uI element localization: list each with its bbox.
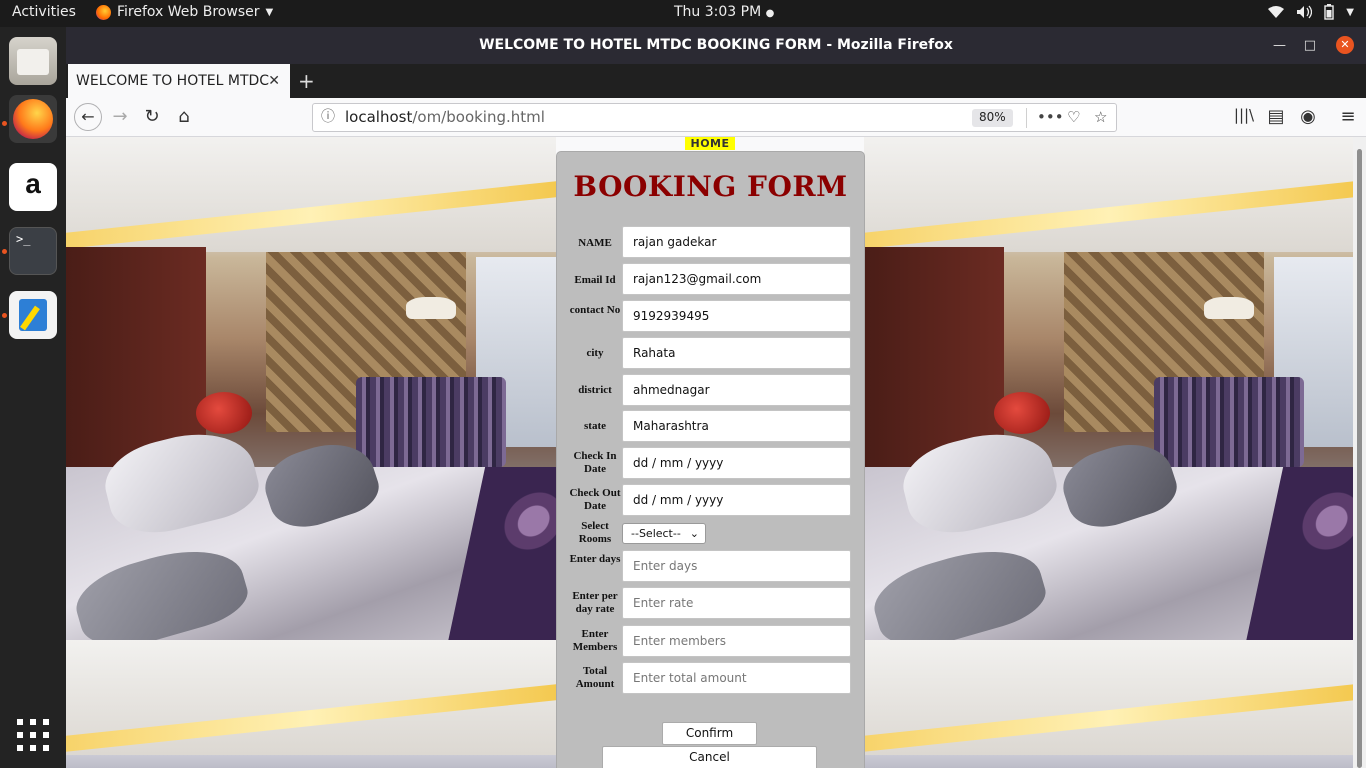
tab-label: WELCOME TO HOTEL MTDC: [76, 73, 270, 89]
battery-icon: [1324, 4, 1334, 20]
label-city: city: [586, 347, 604, 359]
page-content: HOME BOOKING FORM NAME rajan gadekar Ema…: [66, 137, 1353, 768]
cancel-button[interactable]: Cancel: [602, 746, 817, 768]
firefox-icon: [96, 4, 111, 20]
scrollbar[interactable]: [1353, 137, 1366, 768]
url-bar[interactable]: ⓘ localhost/om/booking.html 80% ••• ♡ ☆: [312, 103, 1117, 132]
check-out-date-field[interactable]: dd / mm / yyyy: [622, 484, 851, 516]
activities-button[interactable]: Activities: [12, 4, 76, 20]
label-rate: Enter per day rate: [572, 590, 618, 615]
label-name: NAME: [578, 237, 612, 249]
email-field[interactable]: rajan123@gmail.com: [622, 263, 851, 295]
booking-form: BOOKING FORM NAME rajan gadekar Email Id…: [556, 151, 865, 768]
amazon-glyph: a: [25, 168, 41, 199]
app-menu[interactable]: Firefox Web Browser ▼: [96, 4, 273, 20]
district-field[interactable]: ahmednagar: [622, 374, 851, 406]
label-state: state: [584, 420, 606, 432]
firefox-window: WELCOME TO HOTEL MTDC BOOKING FORM - Moz…: [66, 27, 1366, 768]
close-window-button[interactable]: ✕: [1336, 36, 1354, 54]
clock-label: Thu 3:03 PM: [674, 4, 762, 20]
url-path: /om/booking.html: [412, 108, 545, 126]
label-select-rooms: Select Rooms: [578, 520, 612, 545]
notification-dot-icon: ●: [765, 8, 775, 19]
bookmark-star-icon[interactable]: ☆: [1094, 104, 1107, 131]
total-amount-field[interactable]: Enter total amount: [622, 662, 851, 694]
label-check-out: Check Out Date: [569, 487, 621, 512]
home-button[interactable]: ⌂: [172, 106, 196, 127]
chevron-down-icon: ▼: [1346, 6, 1354, 18]
close-tab-icon[interactable]: ✕: [268, 64, 280, 98]
scrollbar-thumb[interactable]: [1357, 149, 1362, 768]
label-days: Enter days: [569, 553, 621, 565]
state-field[interactable]: Maharashtra: [622, 410, 851, 442]
title-bar: WELCOME TO HOTEL MTDC BOOKING FORM - Moz…: [66, 27, 1366, 64]
new-tab-button[interactable]: +: [298, 64, 315, 98]
minimize-button[interactable]: —: [1273, 27, 1286, 64]
url-host: localhost: [345, 108, 413, 126]
name-field[interactable]: rajan gadekar: [622, 226, 851, 258]
days-field[interactable]: Enter days: [622, 550, 851, 582]
running-indicator: [2, 121, 7, 126]
rooms-select[interactable]: --Select-- ⌄: [622, 523, 706, 544]
form-title: BOOKING FORM: [573, 170, 848, 203]
sidebar-icon[interactable]: ▤: [1264, 106, 1288, 127]
divider: [1026, 108, 1027, 128]
contact-field[interactable]: 9192939495: [622, 300, 851, 332]
label-district: district: [578, 384, 612, 396]
window-title: WELCOME TO HOTEL MTDC BOOKING FORM - Moz…: [479, 37, 953, 53]
running-indicator: [2, 313, 7, 318]
rate-field[interactable]: Enter rate: [622, 587, 851, 619]
chevron-down-icon: ⌄: [689, 527, 699, 540]
confirm-button[interactable]: Confirm: [662, 722, 757, 745]
library-icon[interactable]: |||\: [1232, 106, 1256, 124]
terminal-glyph: >_: [16, 232, 31, 246]
volume-icon: [1297, 5, 1313, 19]
pocket-icon[interactable]: ♡: [1067, 104, 1080, 131]
files-icon[interactable]: [9, 37, 57, 85]
system-tray[interactable]: ▼: [1268, 4, 1354, 20]
background-image: [864, 137, 1353, 640]
menu-icon[interactable]: ≡: [1336, 106, 1360, 127]
forward-button[interactable]: →: [108, 106, 132, 127]
app-menu-label: Firefox Web Browser: [117, 4, 260, 20]
background-image: [66, 640, 556, 768]
maximize-button[interactable]: □: [1304, 27, 1316, 64]
check-in-date-field[interactable]: dd / mm / yyyy: [622, 447, 851, 479]
clock[interactable]: Thu 3:03 PM ●: [674, 4, 774, 20]
label-check-in: Check In Date: [573, 450, 617, 475]
background-image: [864, 640, 1353, 768]
firefox-icon[interactable]: [9, 95, 57, 143]
tab-bar: WELCOME TO HOTEL MTDC ✕ +: [66, 64, 1366, 98]
app-grid-icon[interactable]: [17, 719, 49, 751]
running-indicator: [2, 249, 7, 254]
rooms-select-value: --Select--: [631, 527, 681, 540]
terminal-icon[interactable]: >_: [9, 227, 57, 275]
nav-bar: ← → ↻ ⌂ ⓘ localhost/om/booking.html 80% …: [66, 98, 1366, 137]
dock: a >_: [0, 27, 66, 768]
url-text: localhost/om/booking.html: [345, 104, 545, 131]
gnome-top-bar: Activities Firefox Web Browser ▼ Thu 3:0…: [0, 0, 1366, 27]
back-button[interactable]: ←: [74, 103, 102, 131]
chevron-down-icon: ▼: [265, 6, 274, 18]
info-icon[interactable]: ⓘ: [321, 104, 335, 131]
account-icon[interactable]: ◉: [1296, 106, 1320, 127]
page-actions-icon[interactable]: •••: [1037, 104, 1064, 131]
background-image: [66, 137, 556, 640]
city-field[interactable]: Rahata: [622, 337, 851, 369]
wifi-icon: [1268, 6, 1285, 18]
text-editor-icon[interactable]: [9, 291, 57, 339]
home-link[interactable]: HOME: [685, 137, 735, 150]
members-field[interactable]: Enter members: [622, 625, 851, 657]
label-members: Enter Members: [572, 628, 618, 653]
zoom-badge[interactable]: 80%: [972, 109, 1013, 127]
label-contact: contact No: [569, 304, 621, 316]
label-email: Email Id: [574, 274, 616, 286]
tab-booking[interactable]: WELCOME TO HOTEL MTDC ✕: [68, 64, 290, 98]
reload-button[interactable]: ↻: [140, 106, 164, 127]
amazon-icon[interactable]: a: [9, 163, 57, 211]
label-total: Total Amount: [575, 665, 615, 690]
